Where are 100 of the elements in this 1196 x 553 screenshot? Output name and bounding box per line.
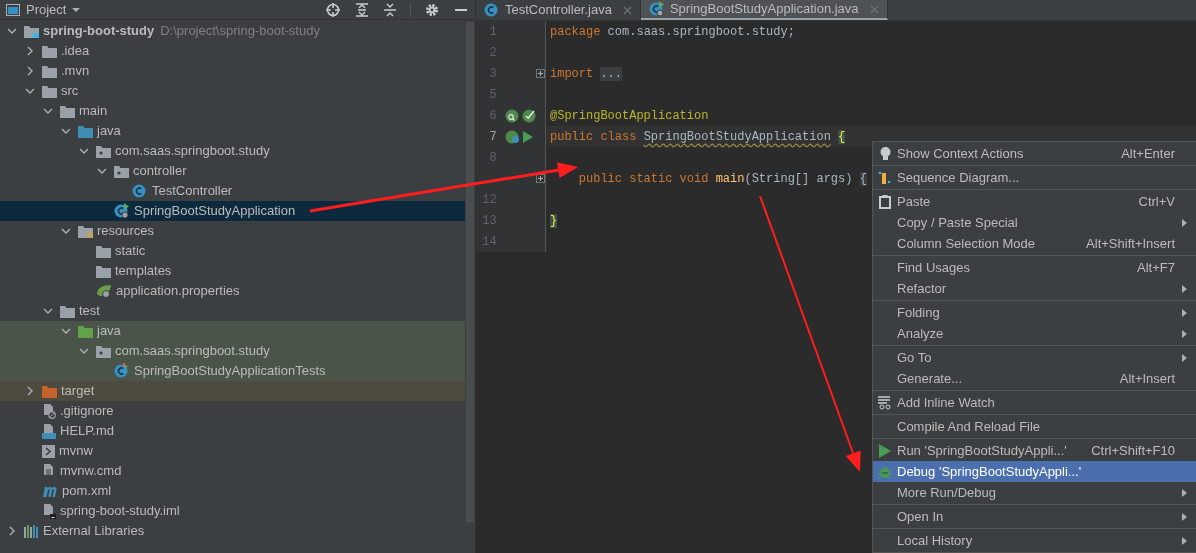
chevron-down-icon[interactable] <box>61 328 71 334</box>
tree-item-label[interactable]: External Libraries <box>43 521 145 541</box>
module-file-icon <box>42 503 56 519</box>
folder-icon <box>60 104 75 118</box>
menu-item[interactable]: Sequence Diagram... <box>873 167 1196 188</box>
tree-row[interactable]: SpringBootStudyApplication <box>0 201 465 221</box>
menu-item[interactable]: Run 'SpringBootStudyAppli...' Ctrl+Shift+F10 <box>873 440 1196 461</box>
chevron-down-icon[interactable] <box>43 308 53 314</box>
menu-item[interactable]: Column Selection Mode Alt+Shift+Insert <box>873 233 1196 254</box>
menu-item[interactable]: Generate... Alt+Insert <box>873 368 1196 389</box>
shortcut-label: Alt+Shift+Insert <box>1086 234 1175 253</box>
collapse-all-icon[interactable] <box>384 2 396 17</box>
panel-title: Project <box>26 0 67 19</box>
file-icon <box>42 403 56 419</box>
tree-item-label[interactable]: controller <box>133 161 187 181</box>
tree-item-label[interactable]: spring-boot-study <box>43 21 155 41</box>
tree-item-label[interactable]: HELP.md <box>60 421 114 441</box>
editor-tab[interactable]: TestController.java <box>476 0 641 20</box>
chevron-down-icon[interactable] <box>79 348 89 354</box>
chevron-right-icon[interactable] <box>27 66 33 76</box>
tree-item-label[interactable]: templates <box>115 261 172 281</box>
tree-row[interactable]: java <box>0 321 465 341</box>
chevron-right-icon[interactable] <box>27 386 33 396</box>
chevron-down-icon[interactable] <box>79 148 89 154</box>
dropdown-caret-icon[interactable] <box>72 6 81 13</box>
fold-icon[interactable] <box>536 69 545 78</box>
tree-row[interactable]: com.saas.springboot.study <box>0 341 465 361</box>
tree-item-label[interactable]: application.properties <box>116 281 240 301</box>
class-icon <box>484 2 500 18</box>
tree-item-label[interactable]: resources <box>97 221 155 241</box>
tree-row[interactable]: target <box>0 381 465 401</box>
bug-icon <box>878 464 892 479</box>
menu-item[interactable]: Local History <box>873 530 1196 551</box>
menu-item[interactable]: Show Context Actions Alt+Enter <box>873 143 1196 164</box>
chevron-right-icon[interactable] <box>9 526 15 536</box>
markdown-file-icon <box>42 423 56 439</box>
menu-item[interactable]: Copy / Paste Special <box>873 212 1196 233</box>
menu-item[interactable]: Refactor <box>873 278 1196 299</box>
chevron-down-icon[interactable] <box>43 108 53 114</box>
libraries-icon <box>24 524 39 538</box>
tree-item-label[interactable]: target <box>61 381 95 401</box>
maven-icon <box>42 485 58 497</box>
tree-item-label[interactable]: java <box>97 121 121 141</box>
shortcut-label: Ctrl+V <box>1138 192 1175 211</box>
tree-item-label[interactable]: pom.xml <box>62 481 112 501</box>
chevron-down-icon[interactable] <box>61 128 71 134</box>
tree-item-label[interactable]: test <box>79 301 100 321</box>
menu-item[interactable]: Open In <box>873 506 1196 527</box>
menu-item[interactable]: Debug 'SpringBootStudyAppli...' <box>873 461 1196 482</box>
expand-all-icon[interactable] <box>356 2 368 17</box>
tree-item-label[interactable]: SpringBootStudyApplicationTests <box>134 361 326 381</box>
folder-icon <box>78 324 93 338</box>
chevron-right-icon[interactable] <box>27 46 33 56</box>
minimize-icon[interactable] <box>455 8 467 11</box>
tree-row[interactable]: SpringBootStudyApplicationTests <box>0 361 465 381</box>
tree-item-label[interactable]: spring-boot-study.iml <box>60 501 180 521</box>
class-icon <box>114 363 130 379</box>
crosshair-icon[interactable] <box>326 2 340 17</box>
watch-glasses-icon <box>878 395 892 410</box>
code-line: public class SpringBootStudyApplication { <box>550 128 846 146</box>
menu-item[interactable]: Analyze <box>873 323 1196 344</box>
tree-item-label[interactable]: src <box>61 81 79 101</box>
tree-item-label[interactable]: TestController <box>152 181 233 201</box>
line-number: 7 <box>488 128 497 146</box>
tree-item-label[interactable]: main <box>79 101 108 121</box>
tree-item-label[interactable]: .idea <box>61 41 90 61</box>
scrollbar-thumb[interactable] <box>466 22 474 522</box>
menu-item[interactable]: More Run/Debug <box>873 482 1196 503</box>
package-folder-icon <box>96 344 111 358</box>
tree-item-label[interactable]: java <box>97 321 121 341</box>
chevron-down-icon[interactable] <box>7 28 17 34</box>
tree-item-label[interactable]: .mvn <box>61 61 90 81</box>
shortcut-label: Ctrl+Shift+F10 <box>1091 441 1175 460</box>
settings-icon[interactable] <box>425 2 439 17</box>
menu-item[interactable]: Go To <box>873 347 1196 368</box>
menu-item[interactable]: Add Inline Watch <box>873 392 1196 413</box>
tree-item-label[interactable]: com.saas.springboot.study <box>115 341 270 361</box>
spring-check-icon[interactable] <box>521 108 536 123</box>
editor-tab[interactable]: SpringBootStudyApplication.java <box>640 0 888 20</box>
run-icon[interactable] <box>522 130 533 143</box>
tree-item-label[interactable]: static <box>115 241 146 261</box>
menu-item[interactable]: Folding <box>873 302 1196 323</box>
tree-item-label[interactable]: SpringBootStudyApplication <box>134 201 296 221</box>
leaf-gear-icon <box>96 284 112 298</box>
sequence-diagram-icon <box>878 170 892 185</box>
menu-item[interactable]: Find Usages Alt+F7 <box>873 257 1196 278</box>
tree-item-label[interactable]: mvnw.cmd <box>60 461 122 481</box>
tree-item-label[interactable]: com.saas.springboot.study <box>115 141 270 161</box>
menu-item[interactable]: Paste Ctrl+V <box>873 191 1196 212</box>
chevron-down-icon[interactable] <box>61 228 71 234</box>
tree-item-label[interactable]: mvnw <box>59 441 93 461</box>
fold-icon[interactable] <box>536 174 545 183</box>
chevron-down-icon[interactable] <box>25 88 35 94</box>
lightbulb-icon <box>879 146 891 161</box>
chevron-down-icon[interactable] <box>97 168 107 174</box>
tree-item-label[interactable]: .gitignore <box>60 401 114 421</box>
package-folder-icon <box>96 144 111 158</box>
folder-icon <box>42 384 57 398</box>
spring-bean-icon[interactable] <box>504 108 519 123</box>
menu-item[interactable]: Compile And Reload File <box>873 416 1196 437</box>
